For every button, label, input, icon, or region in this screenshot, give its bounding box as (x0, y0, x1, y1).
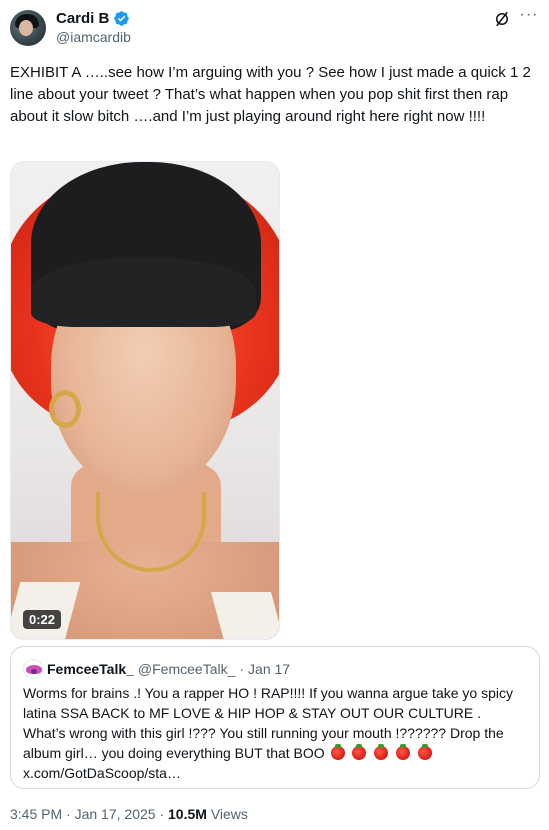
avatar-mouth-shape (31, 669, 37, 674)
grok-icon[interactable] (493, 10, 511, 28)
tomato-emoji-icon (330, 744, 345, 760)
tweet-header: Cardi B @iamcardib ··· (10, 7, 539, 48)
views-label: Views (210, 806, 248, 822)
tomato-emoji-icon (352, 744, 367, 760)
earring-shape (49, 390, 81, 428)
quoted-tweet[interactable]: FemceeTalk_ @FemceeTalk_ · Jan 17 Worms … (10, 646, 540, 789)
top-strap-right (210, 592, 279, 639)
more-options-icon[interactable]: ··· (519, 7, 539, 28)
meta-separator: · (62, 806, 75, 822)
quoted-author-name[interactable]: FemceeTalk_ (47, 661, 134, 677)
tomato-emoji-icon (374, 744, 389, 760)
quoted-author-avatar[interactable] (23, 659, 43, 679)
tweet-text: EXHIBIT A …..see how I’m arguing with yo… (10, 64, 531, 125)
author-display-name[interactable]: Cardi B (56, 10, 109, 27)
quoted-text-main: Worms for brains .! You a rapper HO ! RA… (23, 685, 513, 761)
views-count: 10.5M (168, 806, 207, 822)
avatar-face (19, 20, 33, 36)
quoted-tweet-text: Worms for brains .! You a rapper HO ! RA… (23, 683, 527, 783)
quoted-tweet-header: FemceeTalk_ @FemceeTalk_ · Jan 17 (23, 659, 290, 679)
quoted-author-handle[interactable]: @FemceeTalk_ (138, 661, 235, 677)
author-name-line[interactable]: Cardi B (56, 10, 130, 27)
author-handle[interactable]: @iamcardib (56, 29, 131, 45)
quoted-link[interactable]: x.com/GotDaScoop/sta… (23, 765, 181, 781)
quoted-separator: · (239, 661, 245, 677)
tomato-emoji-icon (396, 744, 411, 760)
tweet-date[interactable]: Jan 17, 2025 (75, 806, 156, 822)
meta-separator: · (155, 806, 169, 822)
video-media[interactable]: 0:22 (10, 161, 280, 640)
headband-shape (31, 257, 256, 327)
tomato-emoji-icon (418, 744, 433, 760)
verified-badge-icon (114, 11, 130, 26)
video-duration-badge: 0:22 (23, 610, 62, 629)
quoted-timestamp[interactable]: Jan 17 (248, 661, 290, 677)
tweet-time[interactable]: 3:45 PM (10, 806, 62, 822)
author-avatar[interactable] (10, 10, 46, 46)
tweet-meta: 3:45 PM · Jan 17, 2025 · 10.5M Views (10, 806, 248, 822)
